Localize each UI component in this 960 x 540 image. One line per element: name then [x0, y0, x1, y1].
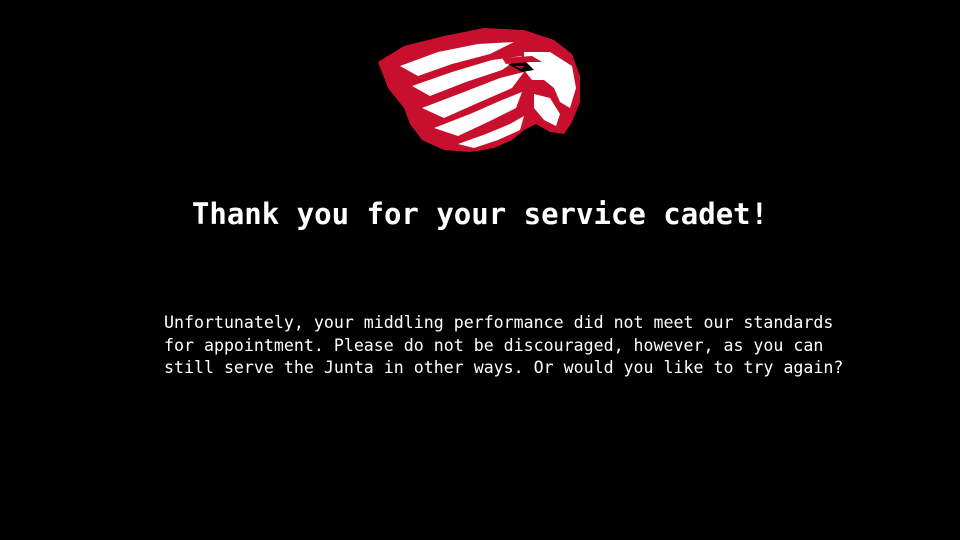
- message-line: still serve the Junta in other ways. Or …: [164, 358, 844, 377]
- message-line: for appointment. Please do not be discou…: [164, 335, 824, 355]
- eagle-head-icon: [378, 28, 580, 152]
- game-over-screen: Thank you for your service cadet! Unfort…: [0, 0, 960, 540]
- message-line: Unfortunately, your middling performance…: [164, 313, 834, 332]
- page-title: Thank you for your service cadet!: [191, 197, 769, 231]
- result-message: Unfortunately, your middling performance…: [164, 312, 864, 380]
